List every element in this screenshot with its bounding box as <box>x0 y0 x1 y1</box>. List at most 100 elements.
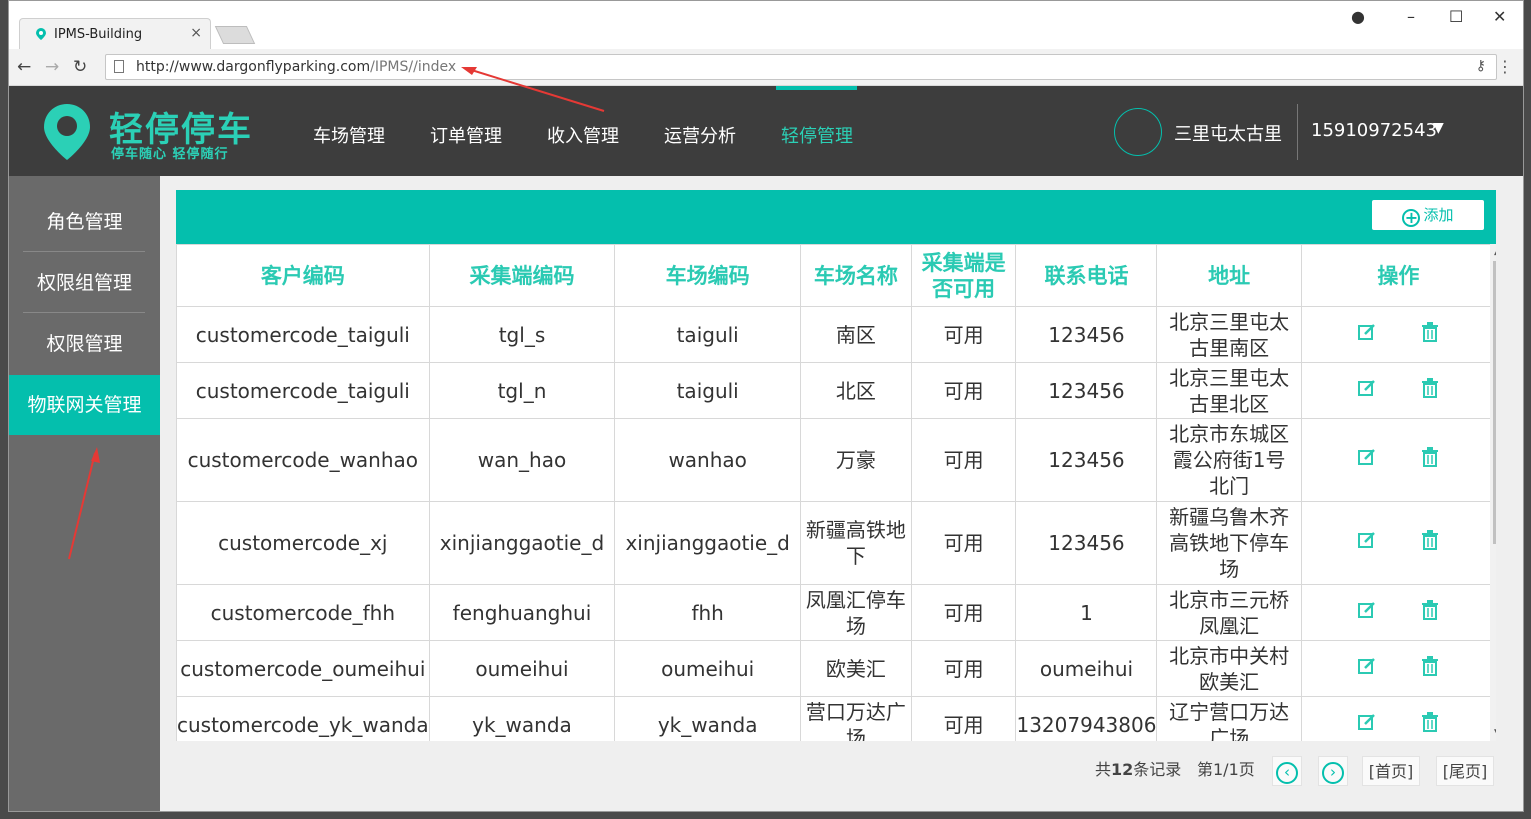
scrollbar-thumb[interactable] <box>1493 261 1496 544</box>
caret-down-icon[interactable]: ▼ <box>1433 120 1444 136</box>
trash-icon[interactable] <box>1421 530 1439 556</box>
url-text: http://www.dargonflyparking.com/IPMS//in… <box>136 59 457 75</box>
table-row: customercode_yk_wanda yk_wanda yk_wanda 营口万… <box>176 696 1496 741</box>
avatar[interactable] <box>1114 108 1162 156</box>
logo-slogan: 停车随心 轻停随行 <box>111 147 229 162</box>
sidebar: 角色管理 权限组管理 权限管理 物联网关管理 <box>9 176 160 811</box>
profile-icon[interactable]: ● <box>1351 7 1365 26</box>
cell-lot-code: yk_wanda <box>614 696 802 741</box>
scroll-down-icon[interactable]: ▼ <box>1494 728 1496 738</box>
cell-address: 新疆乌鲁木齐高铁地下停车场 <box>1156 501 1302 585</box>
chevron-right-icon: › <box>1322 762 1344 784</box>
maximize-icon[interactable]: ☐ <box>1449 7 1463 26</box>
table-row: customercode_oumeihui oumeihui oumeihui 欧美汇… <box>176 640 1496 697</box>
nav-revenue[interactable]: 收入管理 <box>547 122 619 148</box>
cell-collector-code: xinjianggaotie_d <box>428 501 616 585</box>
sidebar-item-permission-groups[interactable]: 权限组管理 <box>9 253 160 313</box>
cell-lot-name: 新疆高铁地下 <box>800 501 912 585</box>
cell-lot-name: 万豪 <box>800 418 912 502</box>
header-divider <box>1297 104 1298 160</box>
browser-menu-icon[interactable]: ⋮ <box>1497 57 1513 76</box>
col-collector-code: 采集端编码 <box>428 244 616 307</box>
trash-icon[interactable] <box>1421 447 1439 473</box>
first-page-button[interactable]: [首页] <box>1362 756 1420 786</box>
cell-collector-code: fenghuanghui <box>428 584 616 641</box>
sidebar-item-permissions[interactable]: 权限管理 <box>9 314 160 374</box>
trash-icon[interactable] <box>1421 711 1439 738</box>
cell-actions <box>1300 584 1496 641</box>
col-collector-available: 采集端是否可用 <box>910 244 1017 307</box>
nav-parking-lot[interactable]: 车场管理 <box>313 122 385 148</box>
address-bar[interactable]: http://www.dargonflyparking.com/IPMS//in… <box>105 54 1497 80</box>
page-icon <box>114 60 124 73</box>
prev-page-button[interactable]: ‹ <box>1272 756 1302 786</box>
cell-collector-code: yk_wanda <box>428 696 616 741</box>
browser-tab[interactable]: IPMS-Building × <box>19 18 211 49</box>
cell-available: 可用 <box>910 640 1017 697</box>
next-page-button[interactable]: › <box>1318 756 1348 786</box>
cell-available: 可用 <box>910 418 1017 502</box>
nav-analytics[interactable]: 运营分析 <box>664 122 736 148</box>
edit-icon[interactable] <box>1357 712 1377 738</box>
cell-available: 可用 <box>910 696 1017 741</box>
cell-available: 可用 <box>910 501 1017 585</box>
edit-icon[interactable] <box>1357 447 1377 473</box>
cell-address: 北京市东城区霞公府街1号北门 <box>1156 418 1302 502</box>
table-body: customercode_taiguli tgl_s taiguli 南区 可用 1234… <box>176 306 1496 741</box>
reload-icon[interactable]: ↻ <box>73 57 87 77</box>
col-lot-code: 车场编码 <box>614 244 802 307</box>
cell-phone: 123456 <box>1015 418 1158 502</box>
sidebar-item-iot-gateway[interactable]: 物联网关管理 <box>9 375 160 435</box>
user-phone[interactable]: 15910972543 <box>1311 120 1437 141</box>
page-info: 第1/1页 <box>1197 760 1255 779</box>
location-name: 三里屯太古里 <box>1174 124 1282 145</box>
col-phone: 联系电话 <box>1015 244 1158 307</box>
minimize-icon[interactable]: – <box>1407 7 1415 26</box>
cell-lot-name: 凤凰汇停车场 <box>800 584 912 641</box>
cell-phone: 13207943806 <box>1015 696 1158 741</box>
trash-icon[interactable] <box>1421 321 1439 348</box>
edit-icon[interactable] <box>1357 378 1377 404</box>
add-button[interactable]: + 添加 <box>1372 200 1484 230</box>
cell-collector-code: tgl_s <box>428 306 616 363</box>
new-tab-button[interactable] <box>214 26 256 44</box>
chevron-left-icon: ‹ <box>1276 762 1298 784</box>
cell-address: 北京市三元桥凤凰汇 <box>1156 584 1302 641</box>
cell-customer-code: customercode_oumeihui <box>176 640 430 697</box>
cell-available: 可用 <box>910 306 1017 363</box>
edit-icon[interactable] <box>1357 322 1377 348</box>
cell-lot-code: fhh <box>614 584 802 641</box>
cell-customer-code: customercode_xj <box>176 501 430 585</box>
vertical-scrollbar[interactable]: ▲ ▼ <box>1490 244 1496 741</box>
last-page-button[interactable]: [尾页] <box>1436 756 1494 786</box>
cell-lot-name: 南区 <box>800 306 912 363</box>
cell-collector-code: oumeihui <box>428 640 616 697</box>
cell-customer-code: customercode_wanhao <box>176 418 430 502</box>
back-arrow-icon[interactable]: ← <box>17 57 31 77</box>
edit-icon[interactable] <box>1357 530 1377 556</box>
nav-qingting-admin[interactable]: 轻停管理 <box>781 122 853 148</box>
add-button-label: 添加 <box>1423 206 1454 224</box>
cell-address: 北京三里屯太古里北区 <box>1156 362 1302 419</box>
scroll-up-icon[interactable]: ▲ <box>1494 247 1496 257</box>
window-close-icon[interactable]: ✕ <box>1493 7 1506 26</box>
trash-icon[interactable] <box>1421 599 1439 626</box>
card-header: + 添加 <box>176 190 1496 244</box>
trash-icon[interactable] <box>1421 655 1439 682</box>
tab-close-icon[interactable]: × <box>190 25 202 41</box>
app-header: 轻停停车 停车随心 轻停随行 车场管理 订单管理 收入管理 运营分析 轻停管理 … <box>9 86 1523 176</box>
forward-arrow-icon[interactable]: → <box>45 57 59 77</box>
table-container: 客户编码 采集端编码 车场编码 车场名称 采集端是否可用 联系电话 地址 操作 … <box>176 244 1496 741</box>
key-icon[interactable]: ⚷ <box>1476 58 1486 74</box>
cell-lot-name: 北区 <box>800 362 912 419</box>
cell-lot-code: xinjianggaotie_d <box>614 501 802 585</box>
nav-orders[interactable]: 订单管理 <box>430 122 502 148</box>
cell-phone: oumeihui <box>1015 640 1158 697</box>
sidebar-divider <box>23 251 145 252</box>
edit-icon[interactable] <box>1357 600 1377 626</box>
sidebar-item-roles[interactable]: 角色管理 <box>9 192 160 252</box>
edit-icon[interactable] <box>1357 656 1377 682</box>
trash-icon[interactable] <box>1421 377 1439 404</box>
cell-phone: 1 <box>1015 584 1158 641</box>
cell-customer-code: customercode_taiguli <box>176 362 430 419</box>
